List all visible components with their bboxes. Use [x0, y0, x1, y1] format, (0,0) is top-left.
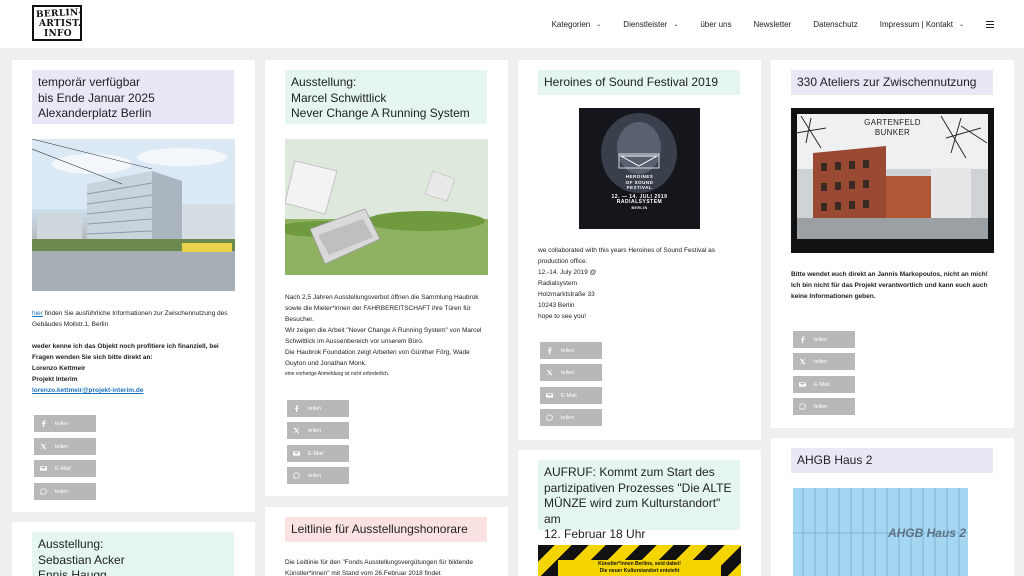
share-whatsapp-button[interactable]: teilen — [287, 467, 349, 484]
share-facebook-button[interactable]: teilen — [793, 331, 855, 348]
post-title[interactable]: Heroines of Sound Festival 2019 — [538, 70, 740, 95]
post-card-ahgb-haus-2: AHGB Haus 2 AHGB Haus 2 — [771, 438, 1014, 576]
facebook-icon — [41, 420, 46, 427]
facebook-icon — [547, 347, 552, 354]
post-card-sebastian-acker: Ausstellung: Sebastian Acker Ennis Haugg — [12, 522, 255, 576]
laptop-photo[interactable] — [285, 139, 488, 275]
share-email-button[interactable]: E-Mail — [540, 387, 602, 404]
info-link[interactable]: hier — [32, 310, 43, 317]
post-excerpt: Die Leitlinie für den "Fonds Ausstellung… — [285, 559, 474, 576]
post-excerpt: we collaborated with this years Heroines… — [538, 247, 716, 320]
email-icon — [546, 393, 553, 398]
share-email-button[interactable]: E-Mail — [287, 445, 349, 462]
email-icon — [40, 466, 47, 471]
post-card-alexanderplatz: temporär verfügbar bis Ende Januar 2025 … — [12, 60, 255, 512]
whatsapp-icon — [799, 403, 806, 410]
banner-line-1: Künstler*innen Berlins, seid dabei! — [598, 561, 681, 567]
share-facebook-button[interactable]: teilen — [540, 342, 602, 359]
facebook-icon — [800, 336, 805, 343]
post-title[interactable]: temporär verfügbar bis Ende Januar 2025 … — [32, 70, 234, 124]
contact-email-link[interactable]: lorenzo.kettmeir@projekt-interim.de — [32, 387, 143, 394]
chevron-down-icon: ⌄ — [673, 21, 679, 28]
ahgb-image-label: AHGB Haus 2 — [887, 526, 966, 540]
facebook-icon — [294, 405, 299, 412]
share-x-button[interactable]: teilen — [793, 353, 855, 370]
post-excerpt: Bitte wendet euch direkt an Jannis Marko… — [791, 271, 988, 300]
share-email-button[interactable]: E-Mail — [34, 460, 96, 477]
chevron-down-icon: ⌄ — [596, 21, 602, 28]
email-icon — [799, 382, 806, 387]
banner-line-2: Die neuer Kulturstandort entsteht — [599, 568, 680, 574]
logo-line-2: ARTIST. — [39, 19, 82, 29]
post-title[interactable]: Leitlinie für Ausstellungshonorare — [285, 517, 487, 542]
nav-ueber-uns[interactable]: über uns — [700, 20, 731, 29]
share-email-button[interactable]: E-Mail — [793, 376, 855, 393]
nav-impressum-kontakt[interactable]: Impressum | Kontakt ⌄ — [880, 20, 964, 29]
share-x-button[interactable]: teilen — [540, 364, 602, 381]
whatsapp-icon — [546, 414, 553, 421]
post-title[interactable]: AHGB Haus 2 — [791, 448, 993, 473]
post-title[interactable]: Ausstellung: Marcel Schwittlick Never Ch… — [285, 70, 487, 124]
festival-poster[interactable]: HEROINES OF SOUND FESTIVAL 12. — 14. JUL… — [579, 108, 700, 229]
post-excerpt: Nach 2,5 Jahren Ausstellungsverbot öffne… — [285, 294, 482, 377]
chevron-down-icon: ⌄ — [958, 21, 964, 28]
hamburger-menu-icon[interactable] — [986, 20, 994, 28]
share-whatsapp-button[interactable]: teilen — [34, 483, 96, 500]
share-x-button[interactable]: teilen — [34, 438, 96, 455]
post-card-alte-muenze: AUFRUF: Kommt zum Start des partizipativ… — [518, 450, 761, 576]
share-facebook-button[interactable]: teilen — [34, 415, 96, 432]
post-card-leitlinie: Leitlinie für Ausstellungshonorare Die L… — [265, 507, 508, 576]
post-title[interactable]: AUFRUF: Kommt zum Start des partizipativ… — [538, 460, 740, 541]
nav-dienstleister[interactable]: Dienstleister ⌄ — [623, 20, 678, 29]
site-header: BERLIN- ARTIST. INFO Kategorien ⌄ Dienstl… — [0, 0, 1024, 48]
bunker-photo[interactable]: GARTENFELD BUNKER — [791, 108, 994, 253]
share-whatsapp-button[interactable]: teilen — [540, 409, 602, 426]
post-card-330-ateliers: 330 Ateliers zur Zwischennutzung GARTENF… — [771, 60, 1014, 428]
nav-newsletter[interactable]: Newsletter — [753, 20, 791, 29]
aufruf-banner-image[interactable]: Künstler*innen Berlins, seid dabei! Die … — [538, 545, 741, 576]
post-card-marcel-schwittlick: Ausstellung: Marcel Schwittlick Never Ch… — [265, 60, 508, 496]
share-whatsapp-button[interactable]: teilen — [793, 398, 855, 415]
x-icon — [799, 358, 806, 365]
ahgb-building-image[interactable]: AHGB Haus 2 — [793, 488, 968, 576]
email-icon — [293, 451, 300, 456]
bunker-sign-line-2: BUNKER — [874, 128, 911, 137]
whatsapp-icon — [40, 488, 47, 495]
x-icon — [546, 369, 553, 376]
post-title[interactable]: 330 Ateliers zur Zwischennutzung — [791, 70, 993, 95]
nav-datenschutz[interactable]: Datenschutz — [813, 20, 857, 29]
bunker-sign-line-1: GARTENFELD — [864, 118, 921, 127]
x-icon — [293, 427, 300, 434]
site-logo[interactable]: BERLIN- ARTIST. INFO — [32, 5, 83, 41]
share-facebook-button[interactable]: teilen — [287, 400, 349, 417]
post-card-heroines-of-sound: Heroines of Sound Festival 2019 HEROINES… — [518, 60, 761, 440]
logo-line-3: INFO — [44, 29, 72, 39]
whatsapp-icon — [293, 472, 300, 479]
poster-city: BERLIN — [631, 205, 648, 210]
nav-kategorien[interactable]: Kategorien ⌄ — [552, 20, 602, 29]
post-title[interactable]: Ausstellung: Sebastian Acker Ennis Haugg — [32, 532, 234, 576]
share-x-button[interactable]: teilen — [287, 422, 349, 439]
x-icon — [40, 443, 47, 450]
building-photo[interactable] — [32, 139, 235, 291]
main-nav: Kategorien ⌄ Dienstleister ⌄ über uns News… — [530, 0, 994, 48]
post-excerpt: hier finden Sie ausführliche Information… — [32, 310, 228, 394]
